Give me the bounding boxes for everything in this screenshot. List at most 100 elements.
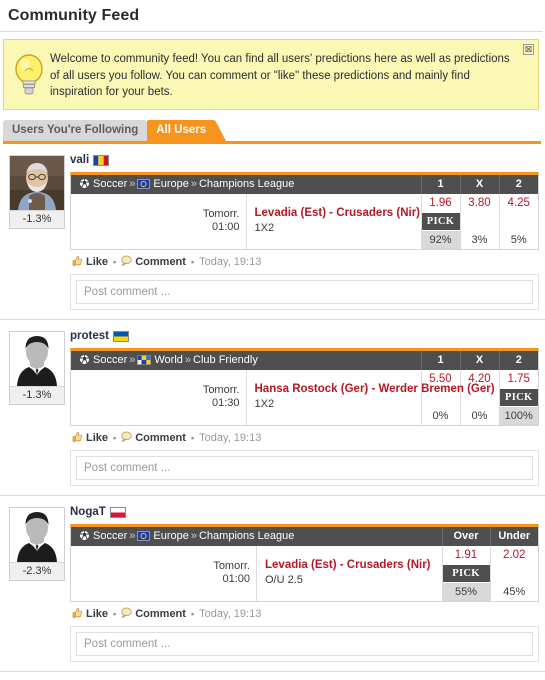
match-cell: Levadia (Est) - Crusaders (Nir) O/U 2.5 bbox=[256, 545, 443, 601]
comment-button[interactable]: Comment bbox=[121, 607, 186, 621]
bet-card: Soccer» Europe» Champions League 1 X 2 Tomorr.… bbox=[70, 171, 539, 250]
comment-box bbox=[70, 449, 539, 486]
pick-row bbox=[461, 213, 499, 231]
league-label[interactable]: Champions League bbox=[199, 178, 294, 190]
odds-column-header: Over bbox=[441, 526, 490, 546]
profit-badge: -2.3% bbox=[10, 561, 64, 580]
close-icon[interactable]: ⊠ bbox=[523, 44, 534, 55]
bet-detail-row: Tomorr. 01:30 Hansa Rostock (Ger) - Werder… bbox=[71, 369, 539, 425]
odds-value[interactable]: 1.75 bbox=[500, 370, 539, 389]
odds-value[interactable]: 2.02 bbox=[491, 546, 539, 565]
action-separator: ▪ bbox=[113, 256, 117, 267]
crumb-separator: » bbox=[190, 530, 197, 542]
region-label[interactable]: Europe bbox=[153, 530, 188, 542]
avatar[interactable]: -2.3% bbox=[9, 506, 65, 581]
like-button[interactable]: Like bbox=[72, 255, 108, 269]
crumb-separator: » bbox=[190, 178, 197, 190]
comment-button[interactable]: Comment bbox=[121, 431, 186, 445]
action-separator: ▪ bbox=[113, 608, 117, 619]
breadcrumb: Soccer» World» Club Friendly bbox=[71, 350, 421, 370]
odds-column[interactable]: 1.75 PICK 100% bbox=[498, 369, 539, 425]
odds-value[interactable]: 1.91 bbox=[443, 546, 490, 565]
username-row: NogaT bbox=[70, 505, 539, 520]
avatar-image[interactable] bbox=[10, 155, 64, 210]
odds-column[interactable]: 1.96 PICK 92% bbox=[420, 193, 460, 249]
sport-label[interactable]: Soccer bbox=[93, 354, 127, 366]
odds-column[interactable]: 3.80 3% bbox=[459, 193, 499, 249]
thumbs-up-icon bbox=[72, 431, 83, 445]
match-hour: 01:30 bbox=[211, 397, 240, 409]
post-actions: Like ▪ Comment ▪ Today, 19:13 bbox=[70, 250, 539, 274]
match-title-link[interactable]: Levadia (Est) - Crusaders (Nir) bbox=[265, 558, 436, 573]
odds-value[interactable]: 4.25 bbox=[500, 194, 539, 213]
like-label: Like bbox=[86, 431, 109, 444]
odds-column[interactable]: 1.91 PICK 55% bbox=[441, 545, 490, 601]
pick-row bbox=[500, 213, 539, 231]
avatar[interactable]: -1.3% bbox=[9, 330, 65, 405]
comment-bubble-icon bbox=[121, 255, 132, 269]
odds-column[interactable]: 5.50 0% bbox=[420, 369, 460, 425]
username-link[interactable]: vali bbox=[70, 154, 89, 166]
profit-badge: -1.3% bbox=[10, 209, 64, 228]
pick-row bbox=[491, 565, 539, 583]
bet-detail-row: Tomorr. 01:00 Levadia (Est) - Crusaders (N… bbox=[71, 545, 539, 601]
match-day: Tomorr. bbox=[213, 560, 250, 572]
feed-post: -1.3% vali Soccer» Europe» Champions League 1… bbox=[0, 144, 545, 320]
post-timestamp: Today, 19:13 bbox=[199, 607, 262, 620]
comment-bubble-icon bbox=[121, 607, 132, 621]
username-link[interactable]: protest bbox=[70, 330, 109, 342]
match-cell: Hansa Rostock (Ger) - Werder Bremen (Ger… bbox=[246, 369, 495, 425]
comment-box bbox=[70, 625, 539, 662]
odds-column[interactable]: 4.20 0% bbox=[459, 369, 499, 425]
odds-column[interactable]: 2.02 45% bbox=[489, 545, 539, 601]
comment-input[interactable] bbox=[76, 279, 533, 304]
ukraine-flag bbox=[112, 330, 129, 342]
username-link[interactable]: NogaT bbox=[70, 506, 106, 518]
avatar-image[interactable] bbox=[10, 507, 64, 562]
comment-button[interactable]: Comment bbox=[121, 255, 186, 269]
match-title-link[interactable]: Levadia (Est) - Crusaders (Nir) bbox=[255, 206, 421, 221]
avatar[interactable]: -1.3% bbox=[9, 154, 65, 229]
odds-column-header: X bbox=[459, 350, 499, 370]
europe-flag bbox=[137, 530, 153, 542]
post-actions: Like ▪ Comment ▪ Today, 19:13 bbox=[70, 602, 539, 626]
market-label: O/U 2.5 bbox=[265, 574, 303, 586]
avatar-image[interactable] bbox=[10, 331, 64, 386]
league-label[interactable]: Club Friendly bbox=[193, 354, 258, 366]
odds-value[interactable]: 1.96 bbox=[422, 194, 460, 213]
like-button[interactable]: Like bbox=[72, 607, 108, 621]
community-feed-page: Community Feed Welcome to community feed… bbox=[0, 0, 545, 680]
odds-column[interactable]: 4.25 5% bbox=[498, 193, 539, 249]
pick-row: PICK bbox=[499, 388, 538, 407]
odds-percentage: 100% bbox=[499, 406, 538, 425]
pick-badge: PICK bbox=[442, 564, 490, 582]
comment-input[interactable] bbox=[76, 631, 533, 656]
profit-badge: -1.3% bbox=[10, 385, 64, 404]
bet-header-row: Soccer» Europe» Champions League 1 X 2 bbox=[71, 174, 538, 194]
match-day: Tomorr. bbox=[202, 208, 240, 220]
banner-message: Welcome to community feed! You can find … bbox=[50, 53, 510, 98]
match-time: Tomorr. 01:30 bbox=[71, 369, 247, 425]
region-label[interactable]: Europe bbox=[153, 178, 188, 190]
comment-bubble-icon bbox=[121, 431, 132, 445]
comment-input[interactable] bbox=[76, 455, 533, 480]
tab-users-youre-following[interactable]: Users You're Following bbox=[3, 119, 148, 141]
crumb-separator: » bbox=[129, 354, 136, 366]
tab-all-users[interactable]: All Users bbox=[147, 119, 226, 141]
post-timestamp: Today, 19:13 bbox=[199, 255, 262, 268]
username-row: protest bbox=[70, 329, 539, 344]
breadcrumb: Soccer» Europe» Champions League bbox=[71, 526, 442, 546]
sport-label[interactable]: Soccer bbox=[93, 178, 127, 190]
post-body: NogaT Soccer» Europe» Champions League Over U… bbox=[68, 505, 539, 662]
like-button[interactable]: Like bbox=[72, 431, 108, 445]
avatar-column: -1.3% bbox=[6, 153, 68, 310]
league-label[interactable]: Champions League bbox=[199, 530, 294, 542]
info-banner: Welcome to community feed! You can find … bbox=[3, 39, 539, 110]
market-label: 1X2 bbox=[254, 222, 275, 234]
match-title-link[interactable]: Hansa Rostock (Ger) - Werder Bremen (Ger… bbox=[255, 382, 495, 397]
region-label[interactable]: World bbox=[154, 354, 183, 366]
odds-value[interactable]: 3.80 bbox=[461, 194, 499, 213]
action-separator: ▪ bbox=[190, 256, 195, 267]
sport-label[interactable]: Soccer bbox=[93, 530, 127, 542]
thumbs-up-icon bbox=[72, 255, 83, 269]
